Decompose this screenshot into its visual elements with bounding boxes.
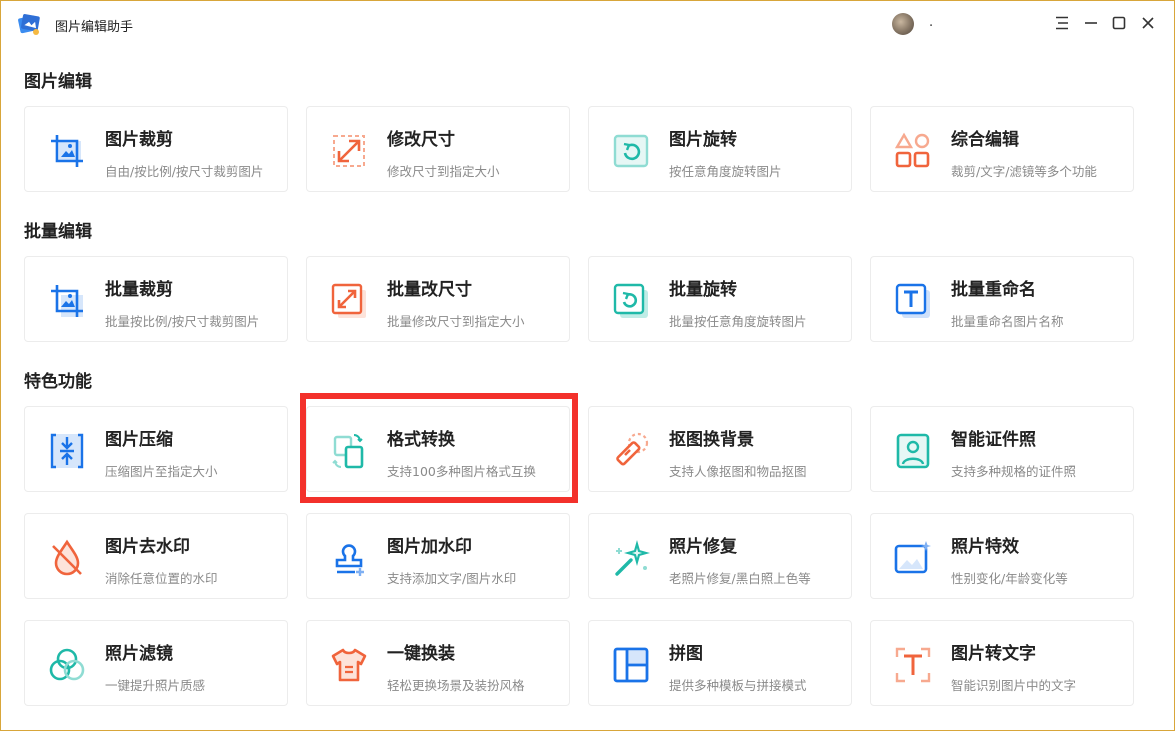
- ocr-icon: [895, 647, 931, 683]
- card-title: 照片特效: [951, 537, 1019, 557]
- card-image-to-text[interactable]: 图片转文字 智能识别图片中的文字: [870, 620, 1134, 706]
- card-title: 图片压缩: [105, 430, 173, 450]
- menu-icon: [1056, 16, 1068, 30]
- card-desc: 批量按任意角度旋转图片: [669, 314, 807, 329]
- resize-icon: [333, 135, 365, 167]
- crop-icon: [51, 135, 83, 167]
- card-image-crop[interactable]: 图片裁剪 自由/按比例/按尺寸裁剪图片: [24, 106, 288, 192]
- card-title: 批量重命名: [951, 280, 1036, 300]
- remove-watermark-icon: [52, 539, 82, 576]
- app-title: 图片编辑助手: [55, 20, 134, 35]
- close-icon: [1142, 17, 1154, 29]
- card-batch-resize[interactable]: 批量改尺寸 批量修改尺寸到指定大小: [306, 256, 570, 342]
- card-desc: 支持人像抠图和物品抠图: [669, 464, 807, 479]
- clothes-icon: [331, 648, 367, 682]
- card-title: 批量裁剪: [105, 280, 173, 300]
- card-desc: 裁剪/文字/滤镜等多个功能: [951, 164, 1097, 179]
- card-desc: 智能识别图片中的文字: [951, 678, 1077, 693]
- card-desc: 支持添加文字/图片水印: [387, 571, 517, 586]
- maximize-button[interactable]: [1108, 12, 1130, 34]
- shapes-icon: [894, 132, 930, 168]
- batch-crop-icon: [51, 285, 83, 317]
- card-rotate[interactable]: 图片旋转 按任意角度旋转图片: [588, 106, 852, 192]
- card-desc: 提供多种模板与拼接模式: [669, 678, 807, 693]
- card-desc: 消除任意位置的水印: [105, 571, 218, 586]
- card-title: 抠图换背景: [669, 430, 754, 450]
- card-batch-rename[interactable]: 批量重命名 批量重命名图片名称: [870, 256, 1134, 342]
- card-title: 智能证件照: [951, 430, 1036, 450]
- collage-icon: [613, 647, 649, 683]
- card-desc: 批量重命名图片名称: [951, 314, 1064, 329]
- card-desc: 自由/按比例/按尺寸裁剪图片: [105, 164, 264, 179]
- card-title: 一键换装: [387, 644, 455, 664]
- photo-effect-icon: [894, 541, 931, 574]
- card-title: 照片修复: [669, 537, 737, 557]
- card-title: 批量改尺寸: [387, 280, 472, 300]
- card-title: 格式转换: [387, 430, 455, 450]
- card-add-watermark[interactable]: 图片加水印 支持添加文字/图片水印: [306, 513, 570, 599]
- card-title: 修改尺寸: [387, 130, 455, 150]
- card-photo-repair[interactable]: 照片修复 老照片修复/黑白照上色等: [588, 513, 852, 599]
- card-photo-filter[interactable]: 照片滤镜 一键提升照片质感: [24, 620, 288, 706]
- card-desc: 一键提升照片质感: [105, 678, 206, 693]
- rotate-icon: [613, 134, 649, 168]
- card-title: 批量旋转: [669, 280, 737, 300]
- cutout-icon: [616, 432, 649, 466]
- batch-rotate-icon: [613, 283, 648, 318]
- app-logo-icon: [18, 14, 40, 35]
- card-desc: 批量修改尺寸到指定大小: [387, 314, 525, 329]
- card-desc: 性别变化/年龄变化等: [951, 571, 1068, 586]
- minimize-icon: [1085, 22, 1097, 24]
- minimize-button[interactable]: [1080, 12, 1102, 34]
- batch-resize-icon: [331, 283, 366, 318]
- card-desc: 按任意角度旋转图片: [669, 164, 782, 179]
- card-desc: 修改尺寸到指定大小: [387, 164, 500, 179]
- batch-rename-icon: [895, 283, 930, 318]
- username[interactable]: .: [929, 15, 933, 30]
- section-title-features: 特色功能: [24, 372, 92, 392]
- card-title: 图片转文字: [951, 644, 1036, 664]
- card-title: 图片加水印: [387, 537, 472, 557]
- maximize-icon: [1112, 16, 1126, 30]
- card-desc: 批量按比例/按尺寸裁剪图片: [105, 314, 260, 329]
- card-desc: 老照片修复/黑白照上色等: [669, 571, 811, 586]
- title-bar: 图片编辑助手 .: [1, 1, 1174, 45]
- card-batch-rotate[interactable]: 批量旋转 批量按任意角度旋转图片: [588, 256, 852, 342]
- avatar[interactable]: [892, 13, 914, 35]
- add-watermark-icon: [335, 544, 364, 576]
- card-comprehensive-edit[interactable]: 综合编辑 裁剪/文字/滤镜等多个功能: [870, 106, 1134, 192]
- card-cutout[interactable]: 抠图换背景 支持人像抠图和物品抠图: [588, 406, 852, 492]
- card-desc: 轻松更换场景及装扮风格: [387, 678, 525, 693]
- close-button[interactable]: [1137, 12, 1159, 34]
- card-batch-crop[interactable]: 批量裁剪 批量按比例/按尺寸裁剪图片: [24, 256, 288, 342]
- card-format-convert[interactable]: 格式转换 支持100多种图片格式互换: [306, 406, 570, 492]
- card-id-photo[interactable]: 智能证件照 支持多种规格的证件照: [870, 406, 1134, 492]
- card-desc: 压缩图片至指定大小: [105, 464, 218, 479]
- card-collage[interactable]: 拼图 提供多种模板与拼接模式: [588, 620, 852, 706]
- magic-wand-icon: [615, 539, 651, 576]
- filter-icon: [49, 648, 85, 681]
- card-title: 照片滤镜: [105, 644, 173, 664]
- card-title: 图片旋转: [669, 130, 737, 150]
- card-photo-effect[interactable]: 照片特效 性别变化/年龄变化等: [870, 513, 1134, 599]
- card-title: 图片去水印: [105, 537, 190, 557]
- card-desc: 支持多种规格的证件照: [951, 464, 1077, 479]
- card-change-outfit[interactable]: 一键换装 轻松更换场景及装扮风格: [306, 620, 570, 706]
- compress-icon: [50, 433, 84, 469]
- id-photo-icon: [896, 433, 930, 469]
- card-resize[interactable]: 修改尺寸 修改尺寸到指定大小: [306, 106, 570, 192]
- menu-button[interactable]: [1051, 12, 1073, 34]
- section-title-batch-edit: 批量编辑: [24, 222, 92, 242]
- card-title: 综合编辑: [951, 130, 1019, 150]
- card-remove-watermark[interactable]: 图片去水印 消除任意位置的水印: [24, 513, 288, 599]
- card-desc: 支持100多种图片格式互换: [387, 464, 536, 479]
- format-convert-icon: [332, 434, 364, 469]
- card-title: 图片裁剪: [105, 130, 173, 150]
- app-window: 图片编辑助手 . 图片编辑 批量编辑 特色功能 图片裁剪 自由/按比例/按尺寸裁…: [0, 0, 1175, 731]
- section-title-image-edit: 图片编辑: [24, 72, 92, 92]
- card-title: 拼图: [669, 644, 703, 664]
- card-compress[interactable]: 图片压缩 压缩图片至指定大小: [24, 406, 288, 492]
